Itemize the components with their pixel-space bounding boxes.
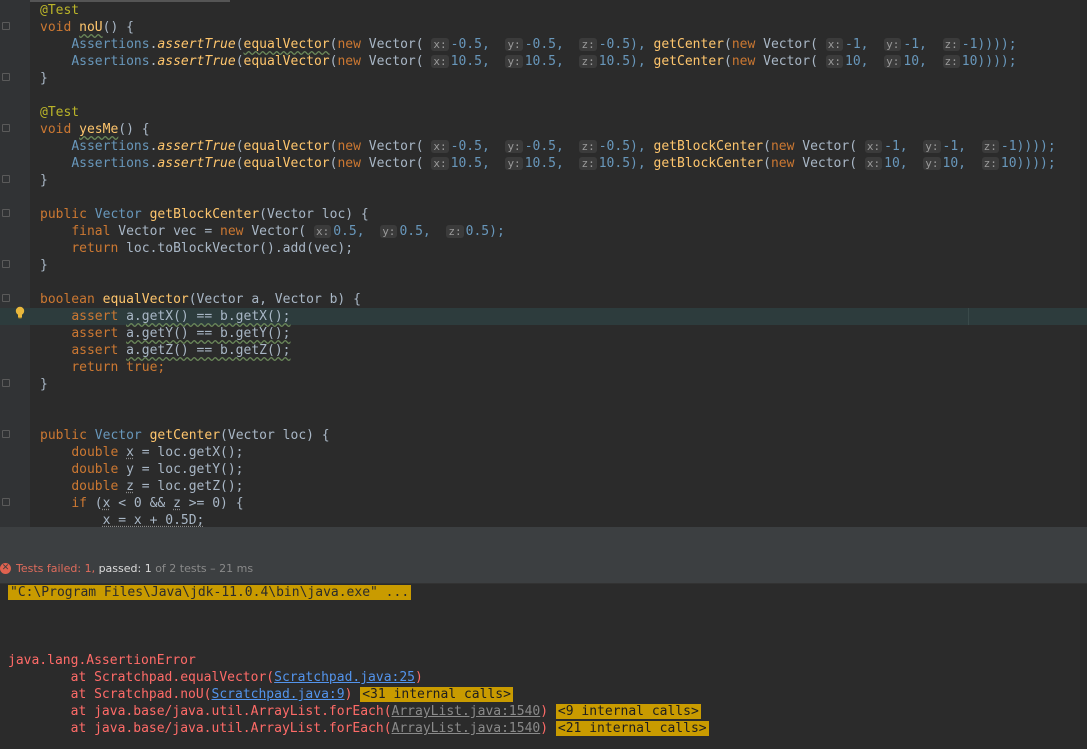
code-line: public Vector getCenter(Vector loc) { <box>40 428 330 443</box>
code-line: return loc.toBlockVector().add(vec); <box>71 241 354 256</box>
source-link[interactable]: Scratchpad.java:25 <box>274 670 415 685</box>
code-line: assert a.getY() == b.getY(); <box>71 326 291 341</box>
internal-calls-chip[interactable]: <9 internal calls> <box>555 704 701 719</box>
code-line: Assertions.assertTrue(equalVector(new Ve… <box>71 54 1017 69</box>
stack-trace-line: at Scratchpad.equalVector(Scratchpad.jav… <box>8 670 423 685</box>
code-line: } <box>40 71 48 86</box>
fold-icon[interactable] <box>2 294 10 302</box>
code-line: } <box>40 258 48 273</box>
lightbulb-icon[interactable] <box>15 306 25 319</box>
code-line: public Vector getBlockCenter(Vector loc)… <box>40 207 369 222</box>
code-line: @Test <box>40 105 80 120</box>
code-line: Assertions.assertTrue(equalVector(new Ve… <box>71 139 1056 154</box>
source-link[interactable]: ArrayList.java:1540 <box>392 704 541 719</box>
fold-icon[interactable] <box>2 175 10 183</box>
panel-divider[interactable] <box>0 527 1087 555</box>
fold-icon[interactable] <box>2 73 10 81</box>
stack-trace-line: at java.base/java.util.ArrayList.forEach… <box>8 721 709 736</box>
code-line: x = x + 0.5D; <box>102 513 205 527</box>
fold-icon[interactable] <box>2 498 10 506</box>
fold-icon[interactable] <box>2 379 10 387</box>
internal-calls-chip[interactable]: <31 internal calls> <box>360 687 513 702</box>
source-link[interactable]: ArrayList.java:1540 <box>392 721 541 736</box>
code-line: Assertions.assertTrue(equalVector(new Ve… <box>71 37 1017 52</box>
fold-icon[interactable] <box>2 209 10 217</box>
test-summary: Tests failed: 1, passed: 1 of 2 tests – … <box>16 562 254 575</box>
code-line: if (x < 0 && z >= 0) { <box>71 496 244 511</box>
code-line: void yesMe() { <box>40 122 150 137</box>
stack-trace-line: at Scratchpad.noU(Scratchpad.java:9) <31… <box>8 687 513 702</box>
code-line: assert a.getX() == b.getX(); <box>71 309 291 324</box>
fold-icon[interactable] <box>2 430 10 438</box>
code-line: Assertions.assertTrue(equalVector(new Ve… <box>71 156 1056 171</box>
fold-icon[interactable] <box>2 124 10 132</box>
code-line: double y = loc.getY(); <box>71 462 244 477</box>
source-link[interactable]: Scratchpad.java:9 <box>212 687 345 702</box>
run-console[interactable]: "C:\Program Files\Java\jdk-11.0.4\bin\ja… <box>0 584 1087 749</box>
test-status-bar: ✕ Tests failed: 1, passed: 1 of 2 tests … <box>0 555 1087 584</box>
code-line: void noU() { <box>40 20 134 35</box>
code-line: double x = loc.getX(); <box>71 445 244 460</box>
fold-icon[interactable] <box>2 22 10 30</box>
console-command[interactable]: "C:\Program Files\Java\jdk-11.0.4\bin\ja… <box>8 584 412 601</box>
fold-icon[interactable] <box>2 260 10 268</box>
code-line: } <box>40 173 48 188</box>
code-line: return true; <box>71 360 166 375</box>
code-editor[interactable]: @Test void noU() { Assertions.assertTrue… <box>0 0 1087 527</box>
stack-trace-line: at java.base/java.util.ArrayList.forEach… <box>8 704 701 719</box>
error-icon: ✕ <box>0 563 11 574</box>
code-line: assert a.getZ() == b.getZ(); <box>71 343 291 358</box>
right-margin-guide <box>968 308 969 325</box>
code-line: double z = loc.getZ(); <box>71 479 244 494</box>
code-line: } <box>40 377 48 392</box>
code-line: boolean equalVector(Vector a, Vector b) … <box>40 292 361 307</box>
internal-calls-chip[interactable]: <21 internal calls> <box>555 721 709 736</box>
console-error: java.lang.AssertionError <box>8 653 196 668</box>
code-line: final Vector vec = new Vector( x: 0.5, y:… <box>71 224 505 239</box>
code-line: @Test <box>40 3 80 18</box>
